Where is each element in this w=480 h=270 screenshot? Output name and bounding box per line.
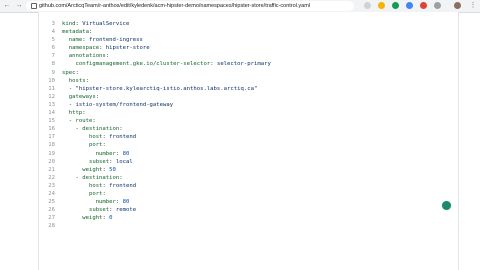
- line-number: 6: [51, 45, 55, 52]
- forward-icon[interactable]: →: [14, 1, 24, 11]
- line-text[interactable]: configmanagement.gke.io/cluster-selector…: [62, 60, 270, 68]
- address-bar[interactable]: github.com/ArcticqTeam/r-anthos/edit/kyl…: [26, 1, 354, 11]
- code-line: 23 host: frontend: [39, 182, 458, 190]
- line-number: 20: [48, 158, 55, 165]
- code-editor[interactable]: 3 kind: VirtualService 4 metadata: 5 name: f…: [38, 12, 459, 270]
- code-line: 14 http:: [39, 109, 458, 117]
- line-number: 19: [48, 150, 55, 157]
- line-text[interactable]: number: 80: [62, 150, 130, 158]
- back-icon[interactable]: ←: [2, 1, 12, 11]
- line-text[interactable]: gateways:: [62, 93, 99, 101]
- line-text[interactable]: weight: 0: [62, 214, 112, 222]
- line-text[interactable]: kind: VirtualService: [62, 20, 129, 28]
- extension-icon[interactable]: [378, 2, 385, 9]
- code-line: 22 - destination:: [39, 174, 458, 182]
- line-text[interactable]: host: frontend: [62, 133, 136, 141]
- line-number: 15: [48, 118, 55, 125]
- line-number: 23: [48, 182, 55, 189]
- line-number: 4: [51, 29, 55, 36]
- code-line: 25 number: 80: [39, 198, 458, 206]
- line-text[interactable]: subset: remote: [62, 206, 136, 214]
- code-line: 27 weight: 0: [39, 214, 458, 222]
- code-line: 9 spec:: [39, 69, 458, 77]
- line-text[interactable]: - route:: [62, 117, 96, 125]
- code-line: 11 - "hipster-store.kylearctiq-istio.ant…: [39, 85, 458, 93]
- line-text[interactable]: namespace: hipster-store: [62, 44, 150, 52]
- code-line: 16 - destination:: [39, 125, 458, 133]
- code-line: 19 number: 80: [39, 150, 458, 158]
- lock-icon: [31, 3, 37, 9]
- code-line: 6 namespace: hipster-store: [39, 44, 458, 52]
- code-line: 5 name: frontend-ingress: [39, 36, 458, 44]
- line-text[interactable]: - destination:: [62, 174, 122, 182]
- line-text[interactable]: metadata:: [62, 28, 92, 36]
- line-text[interactable]: annotations:: [62, 52, 109, 60]
- line-text[interactable]: host: frontend: [62, 182, 136, 190]
- code-lines: 3 kind: VirtualService 4 metadata: 5 name: f…: [39, 20, 458, 230]
- extension-icon[interactable]: [392, 2, 399, 9]
- line-text[interactable]: subset: local: [62, 158, 133, 166]
- avatar[interactable]: [454, 2, 461, 9]
- line-text[interactable]: http:: [62, 109, 86, 117]
- line-number: 16: [48, 126, 55, 133]
- code-line: 18 port:: [39, 141, 458, 149]
- extension-icon[interactable]: [406, 2, 413, 9]
- code-line: 8 configmanagement.gke.io/cluster-select…: [39, 60, 458, 68]
- line-number: 11: [48, 85, 55, 92]
- line-text[interactable]: - istio-system/frontend-gateway: [62, 101, 173, 109]
- line-number: 3: [51, 21, 55, 27]
- line-text[interactable]: - destination:: [62, 125, 122, 133]
- assistant-button[interactable]: [442, 201, 451, 210]
- line-number: 18: [48, 142, 55, 149]
- line-number: 28: [48, 223, 55, 230]
- code-line: 10 hosts:: [39, 77, 458, 85]
- code-line: 17 host: frontend: [39, 133, 458, 141]
- line-text[interactable]: - "hipster-store.kylearctiq-istio.anthos…: [62, 85, 258, 93]
- menu-icon[interactable]: ⋮: [468, 1, 478, 11]
- line-number: 9: [51, 69, 55, 76]
- extension-icon[interactable]: [420, 2, 427, 9]
- line-number: 27: [48, 215, 55, 222]
- line-number: 26: [48, 207, 55, 214]
- line-number: 8: [51, 61, 55, 68]
- line-number: 10: [48, 77, 55, 84]
- line-text[interactable]: weight: 50: [62, 166, 116, 174]
- line-number: 12: [48, 93, 55, 100]
- code-line: 15 - route:: [39, 117, 458, 125]
- line-text[interactable]: spec:: [62, 69, 79, 77]
- line-text[interactable]: hosts:: [62, 77, 89, 85]
- line-text[interactable]: port:: [62, 190, 106, 198]
- code-line: 7 annotations:: [39, 52, 458, 60]
- line-text[interactable]: number: 80: [62, 198, 130, 206]
- line-number: 13: [48, 101, 55, 108]
- line-number: 14: [48, 110, 55, 117]
- code-line: 28: [39, 222, 458, 230]
- code-line: 26 subset: remote: [39, 206, 458, 214]
- line-number: 25: [48, 199, 55, 206]
- code-line: 13 - istio-system/frontend-gateway: [39, 101, 458, 109]
- line-number: 22: [48, 174, 55, 181]
- code-line: 20 subset: local: [39, 158, 458, 166]
- url-text: github.com/ArcticqTeam/r-anthos/edit/kyl…: [39, 3, 311, 9]
- line-text[interactable]: name: frontend-ingress: [62, 36, 143, 44]
- line-number: 24: [48, 190, 55, 197]
- extension-icon[interactable]: [434, 2, 441, 9]
- line-text[interactable]: port:: [62, 141, 106, 149]
- line-number: 17: [48, 134, 55, 141]
- line-number: 7: [51, 53, 55, 60]
- code-line: 12 gateways:: [39, 93, 458, 101]
- code-line: 3 kind: VirtualService: [39, 20, 458, 28]
- line-number: 5: [51, 37, 55, 44]
- code-line: 4 metadata:: [39, 28, 458, 36]
- line-number: 21: [48, 166, 55, 173]
- code-line: 21 weight: 50: [39, 166, 458, 174]
- star-icon[interactable]: [364, 2, 371, 9]
- code-line: 24 port:: [39, 190, 458, 198]
